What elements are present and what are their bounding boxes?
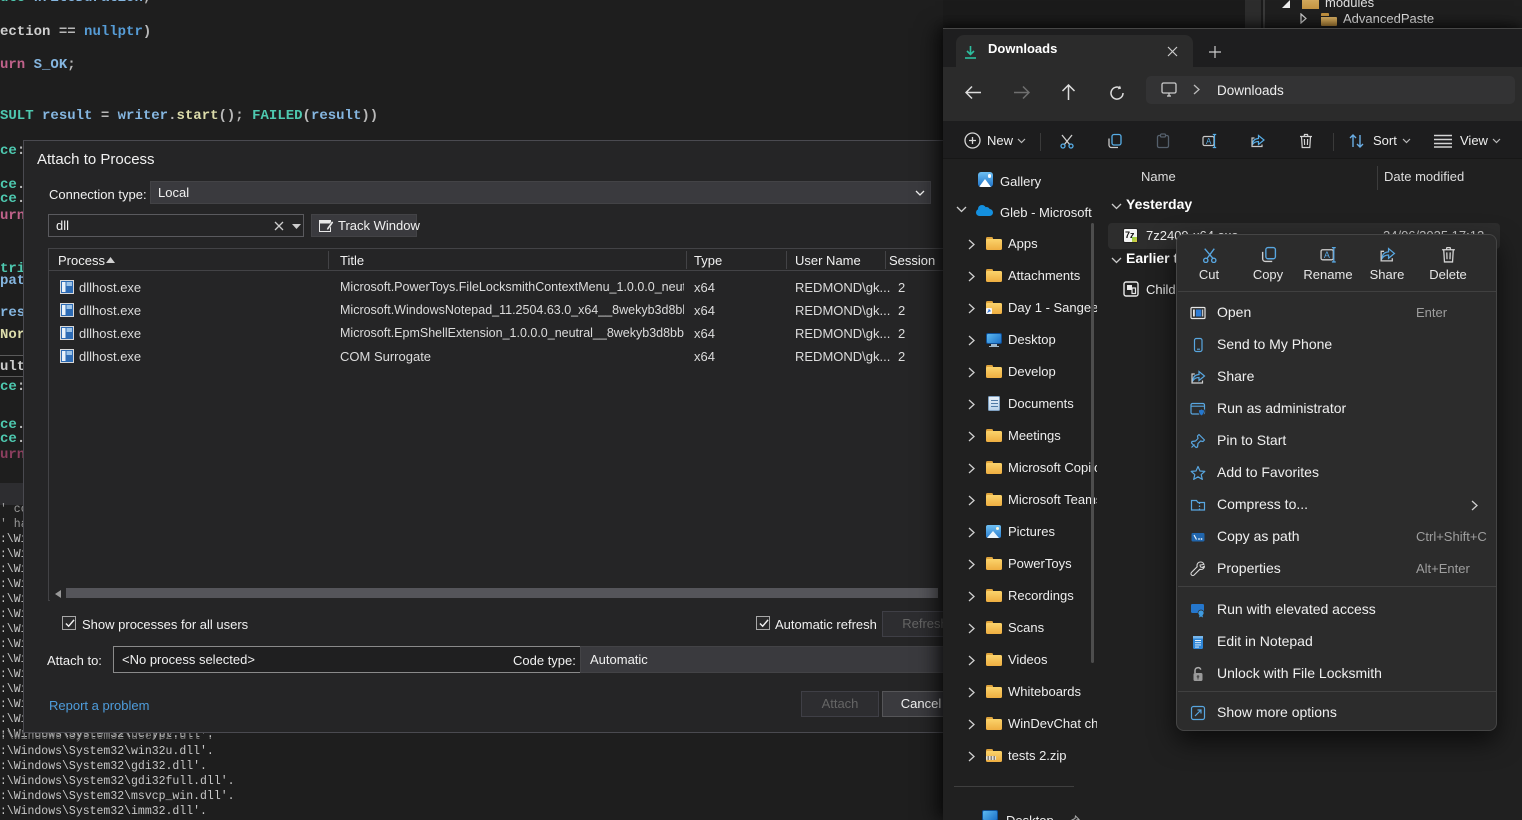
svg-text:A: A [1324, 250, 1330, 260]
svg-text:A: A [1206, 137, 1212, 146]
